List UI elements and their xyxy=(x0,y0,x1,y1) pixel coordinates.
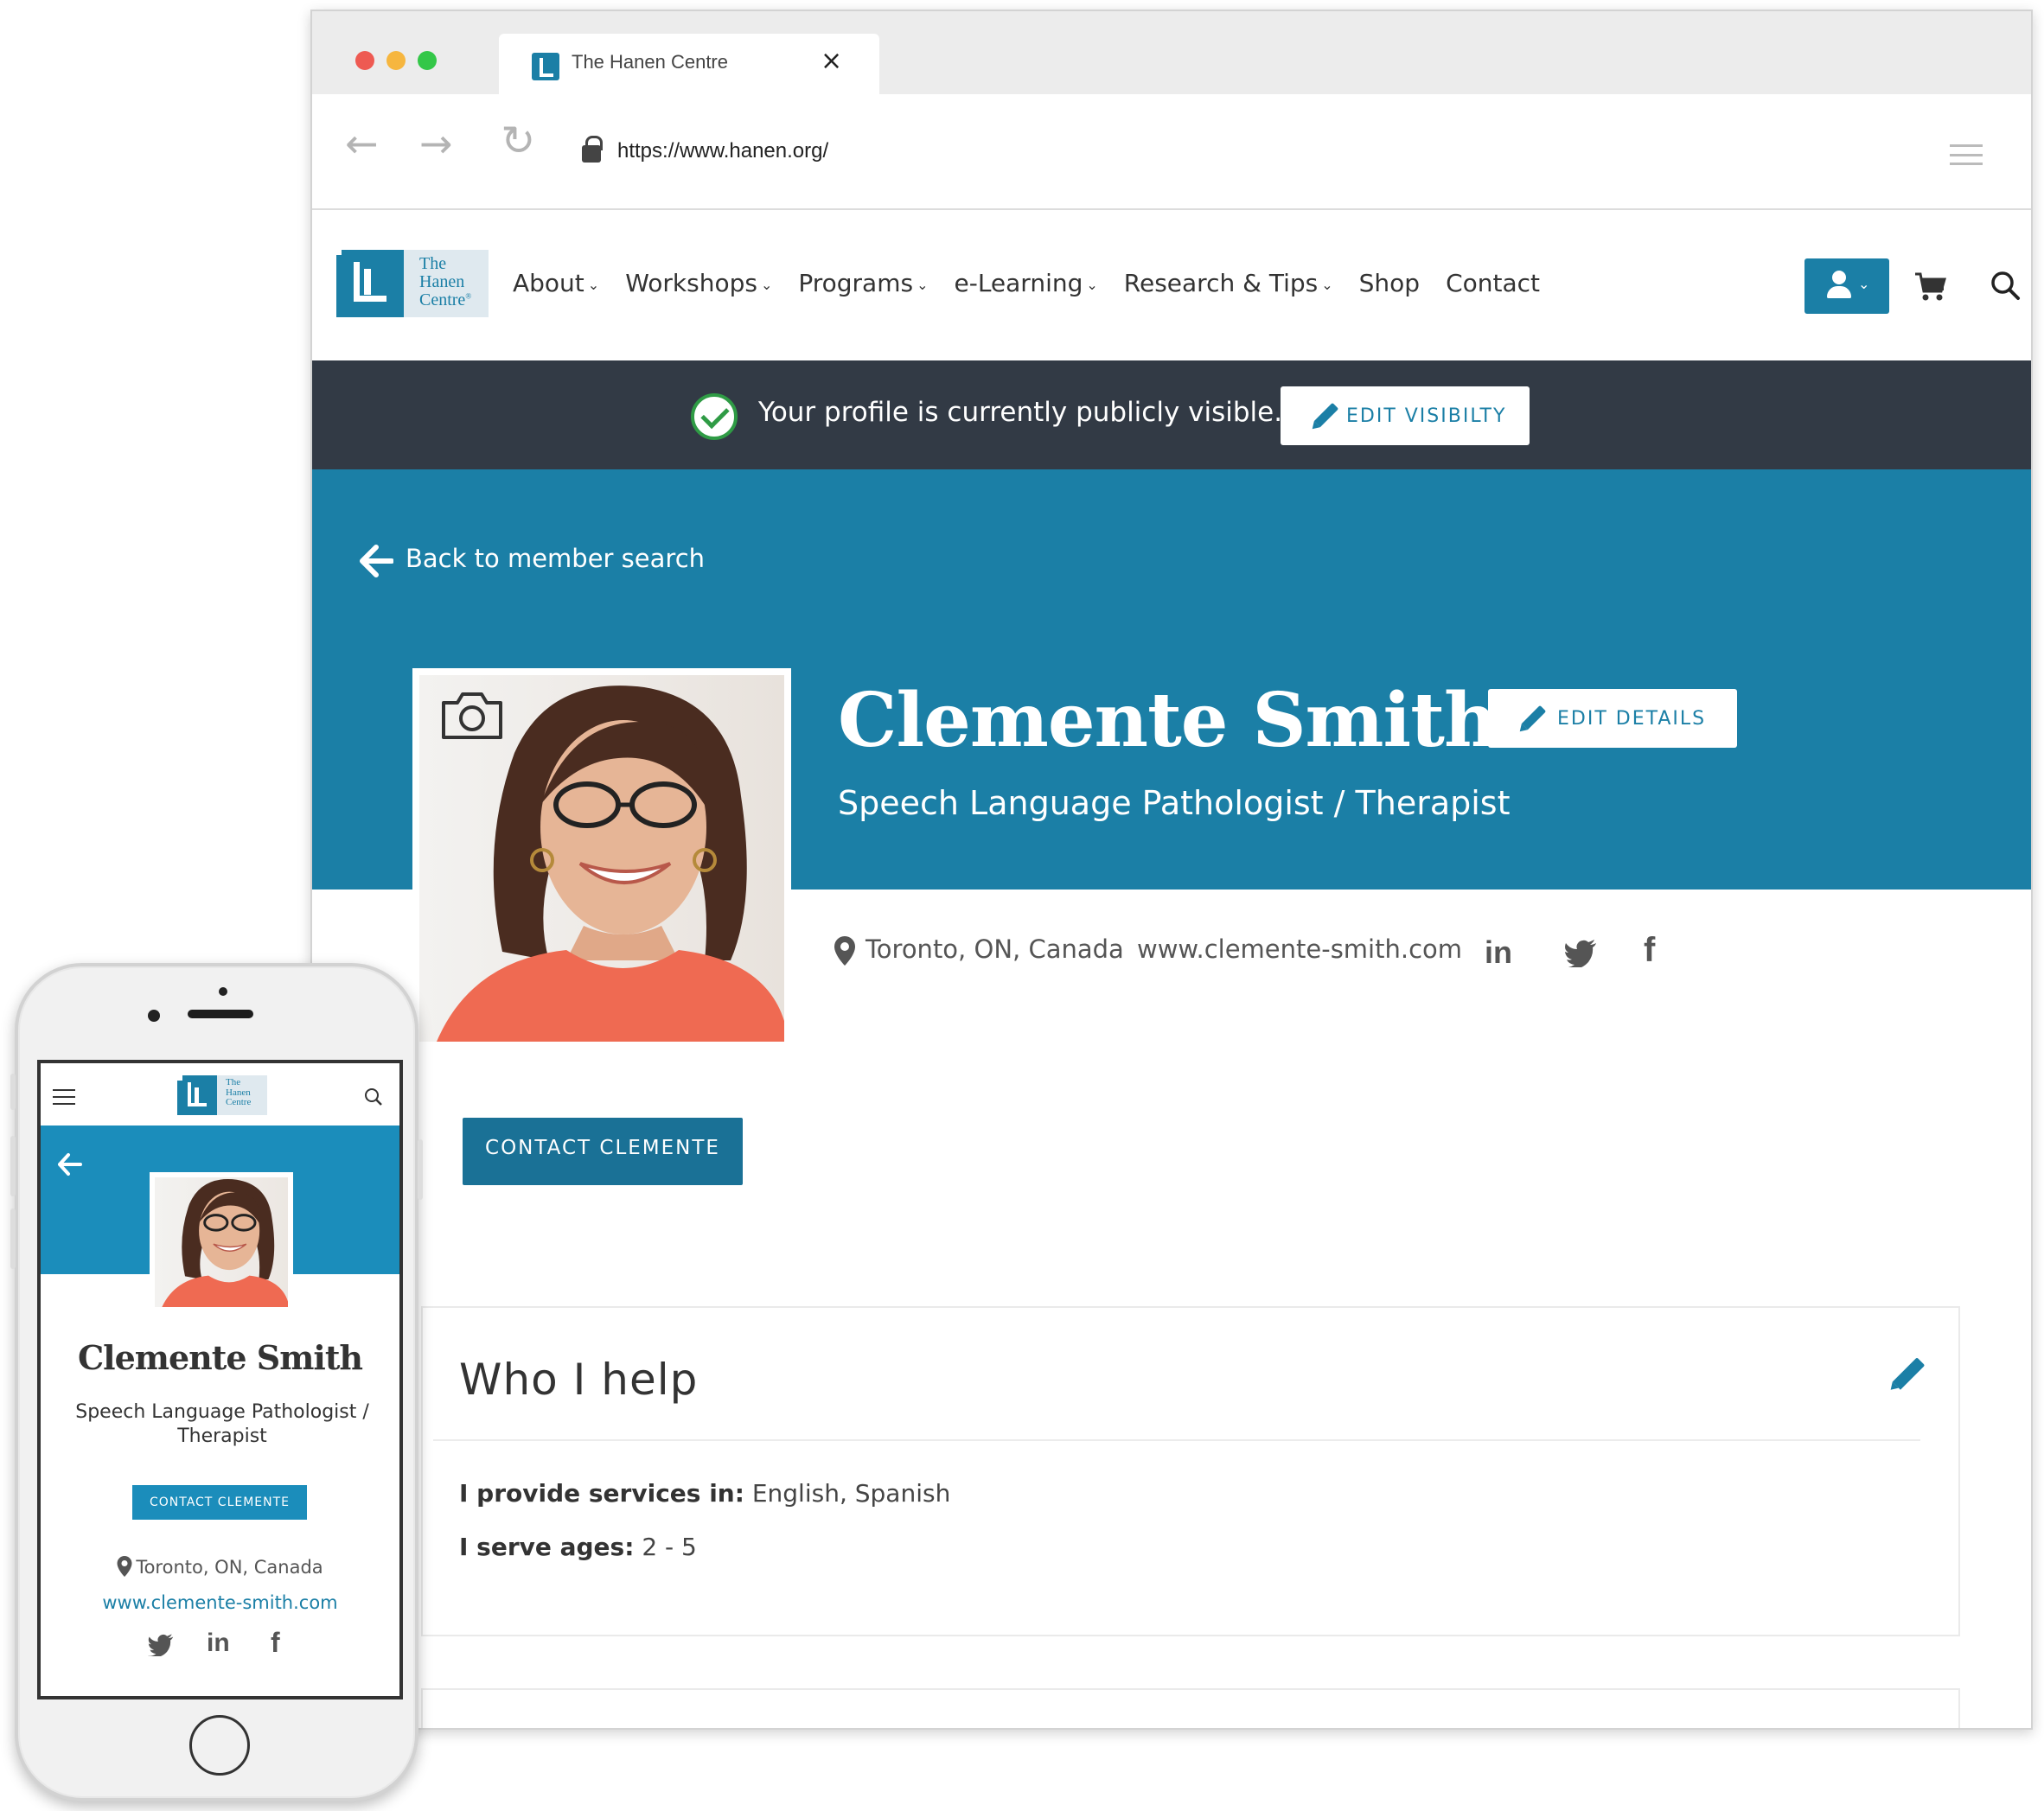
nav-about[interactable]: About ⌄ xyxy=(513,269,599,297)
nav-research-tips[interactable]: Research & Tips ⌄ xyxy=(1124,269,1333,297)
website-link[interactable]: www.clemente-smith.com xyxy=(1137,934,1462,964)
visibility-banner: Your profile is currently publicly visib… xyxy=(312,360,2031,469)
mobile-profile-photo-frame xyxy=(150,1172,293,1312)
back-icon[interactable]: ← xyxy=(345,124,379,163)
logo-reg-mark: ® xyxy=(465,291,472,301)
hanen-logo[interactable]: The Hanen Centre® xyxy=(336,250,489,317)
mobile-profile-title: Speech Language Pathologist / Therapist xyxy=(75,1401,369,1447)
address-bar: ← → ↻ https://www.hanen.org/ xyxy=(312,94,2031,210)
nav-contact[interactable]: Contact xyxy=(1446,269,1540,297)
hamburger-menu-icon[interactable] xyxy=(53,1089,75,1105)
pencil-icon xyxy=(1521,705,1547,730)
chevron-down-icon: ⌄ xyxy=(1321,276,1333,293)
mobile-screen: The Hanen Centre Clemente Smith Speech L… xyxy=(37,1060,403,1699)
edit-details-button[interactable]: EDIT DETAILS xyxy=(1488,689,1737,748)
tab-bar: The Hanen Centre × xyxy=(312,11,2031,96)
tab-title: The Hanen Centre xyxy=(572,51,728,73)
chevron-down-icon: ⌄ xyxy=(917,276,929,293)
main-nav: About ⌄ Workshops ⌄ Programs ⌄ e-Learning ⌄ … xyxy=(513,269,1566,297)
browser-window: The Hanen Centre × ← → ↻ https://www.han… xyxy=(310,10,2033,1730)
profile-title: Speech Language Pathologist / Therapist xyxy=(838,784,1511,822)
reload-icon[interactable]: ↻ xyxy=(501,120,535,162)
edit-visibility-button[interactable]: EDIT VISIBILTY xyxy=(1281,386,1530,445)
contact-button[interactable]: CONTACT CLEMENTE xyxy=(463,1118,743,1185)
twitter-icon[interactable] xyxy=(148,1634,174,1656)
linkedin-icon[interactable]: in xyxy=(207,1629,230,1658)
phone-camera xyxy=(219,987,227,996)
mobile-profile-photo xyxy=(155,1177,288,1307)
profile-name: Clemente Smith xyxy=(838,677,1498,764)
chevron-down-icon: ⌄ xyxy=(1086,276,1098,293)
chevron-down-icon: ⌄ xyxy=(587,276,600,293)
mobile-hanen-logo[interactable]: The Hanen Centre xyxy=(177,1075,267,1115)
next-section-card xyxy=(421,1688,1960,1728)
pencil-icon xyxy=(1313,402,1339,428)
search-icon[interactable] xyxy=(364,1087,383,1106)
url-field[interactable]: https://www.hanen.org/ xyxy=(617,139,828,163)
chevron-down-icon: ⌄ xyxy=(760,276,773,293)
divider xyxy=(433,1439,1920,1441)
profile-details-row: Toronto, ON, Canada www.clemente-smith.c… xyxy=(312,890,2031,993)
mobile-contact-button[interactable]: CONTACT CLEMENTE xyxy=(132,1485,307,1520)
close-window-dot[interactable] xyxy=(355,51,374,70)
who-i-help-heading: Who I help xyxy=(459,1355,699,1405)
user-icon xyxy=(1832,271,1846,284)
logo-text-centre: Centre xyxy=(419,290,466,309)
languages-line: I provide services in: English, Spanish xyxy=(459,1479,951,1508)
map-pin-icon xyxy=(117,1556,132,1577)
logo-text-the: The xyxy=(419,254,447,273)
arrow-left-icon xyxy=(360,545,393,577)
search-icon[interactable] xyxy=(1988,269,2022,303)
logo-text-hanen: Hanen xyxy=(419,272,465,291)
favicon-icon xyxy=(532,53,559,80)
location-text: Toronto, ON, Canada xyxy=(866,934,1124,964)
close-tab-icon[interactable]: × xyxy=(821,46,842,76)
pencil-icon xyxy=(1892,1357,1926,1390)
map-pin-icon xyxy=(834,936,855,966)
twitter-icon[interactable] xyxy=(1564,940,1597,967)
phone-speaker xyxy=(188,1010,253,1018)
phone-home-button[interactable] xyxy=(189,1715,250,1776)
browser-tab[interactable]: The Hanen Centre × xyxy=(499,34,879,96)
chevron-down-icon: ⌄ xyxy=(1858,276,1870,292)
minimize-window-dot[interactable] xyxy=(386,51,406,70)
ages-line: I serve ages: 2 - 5 xyxy=(459,1533,697,1561)
nav-elearning[interactable]: e-Learning ⌄ xyxy=(954,269,1097,297)
linkedin-icon[interactable]: in xyxy=(1485,934,1512,971)
check-circle-icon xyxy=(691,393,738,440)
phone-sensor xyxy=(148,1010,160,1022)
mobile-website-link[interactable]: www.clemente-smith.com xyxy=(41,1592,399,1613)
cart-icon[interactable] xyxy=(1913,269,1948,303)
camera-icon[interactable] xyxy=(440,689,504,741)
who-i-help-card: Who I help I provide services in: Englis… xyxy=(421,1306,1960,1636)
browser-menu-icon[interactable] xyxy=(1950,144,1983,165)
mobile-header: The Hanen Centre xyxy=(41,1063,399,1125)
arrow-left-icon[interactable] xyxy=(56,1151,82,1177)
lock-icon xyxy=(582,136,603,163)
phone-mockup: The Hanen Centre Clemente Smith Speech L… xyxy=(10,963,423,1801)
site-header: The Hanen Centre® About ⌄ Workshops ⌄ Prog… xyxy=(312,210,2031,360)
account-button[interactable]: ⌄ xyxy=(1804,258,1889,314)
nav-programs[interactable]: Programs ⌄ xyxy=(798,269,928,297)
nav-workshops[interactable]: Workshops ⌄ xyxy=(625,269,772,297)
mobile-profile-name: Clemente Smith xyxy=(77,1338,363,1377)
forward-icon[interactable]: → xyxy=(419,124,453,163)
visibility-message: Your profile is currently publicly visib… xyxy=(758,397,1283,428)
nav-shop[interactable]: Shop xyxy=(1359,269,1420,297)
maximize-window-dot[interactable] xyxy=(418,51,437,70)
mobile-location: Toronto, ON, Canada xyxy=(41,1556,399,1578)
facebook-icon[interactable]: f xyxy=(1644,931,1655,970)
facebook-icon[interactable]: f xyxy=(271,1627,280,1659)
